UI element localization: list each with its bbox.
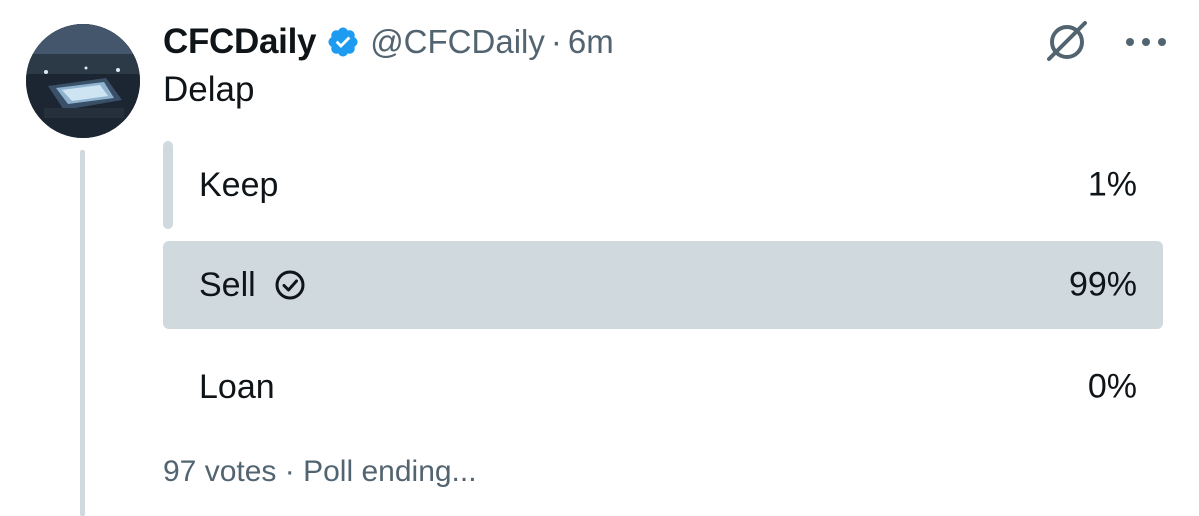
verified-badge-icon	[328, 27, 358, 57]
avatar[interactable]	[26, 24, 140, 138]
poll-bar-winner	[163, 241, 1163, 329]
poll-meta-separator: ·	[284, 455, 295, 488]
user-handle[interactable]: @CFCDaily	[370, 23, 545, 61]
stadium-avatar-image	[26, 24, 140, 138]
poll-option-sell[interactable]: Sell 99%	[163, 241, 1163, 329]
poll-option-keep[interactable]: Keep 1%	[163, 141, 1163, 229]
header-separator: ·	[550, 23, 562, 60]
check-circle-icon	[275, 270, 305, 300]
display-name[interactable]: CFCDaily	[163, 22, 316, 62]
poll-option-label: Sell	[199, 265, 256, 304]
more-options-icon[interactable]	[1124, 36, 1168, 48]
poll-option-percent: 99%	[1068, 265, 1137, 304]
poll-option-label: Keep	[199, 165, 279, 204]
poll-bar	[163, 141, 173, 229]
poll-vote-count: 97 votes	[163, 455, 277, 488]
poll-option-loan[interactable]: Loan 0%	[163, 343, 1163, 431]
poll-option-label: Loan	[199, 367, 275, 406]
poll-option-percent: 0%	[1087, 367, 1137, 406]
poll-meta: 97 votes · Poll ending...	[163, 455, 477, 489]
poll-status: Poll ending...	[303, 455, 477, 488]
grok-icon[interactable]	[1043, 17, 1091, 65]
tweet-header: CFCDaily @CFCDaily · 6m	[163, 14, 614, 70]
poll-option-percent: 1%	[1087, 165, 1137, 204]
thread-line	[80, 150, 85, 516]
tweet-timestamp[interactable]: 6m	[568, 23, 614, 61]
poll-option-label-row: Sell	[199, 266, 306, 305]
tweet-text: Delap	[163, 70, 255, 109]
